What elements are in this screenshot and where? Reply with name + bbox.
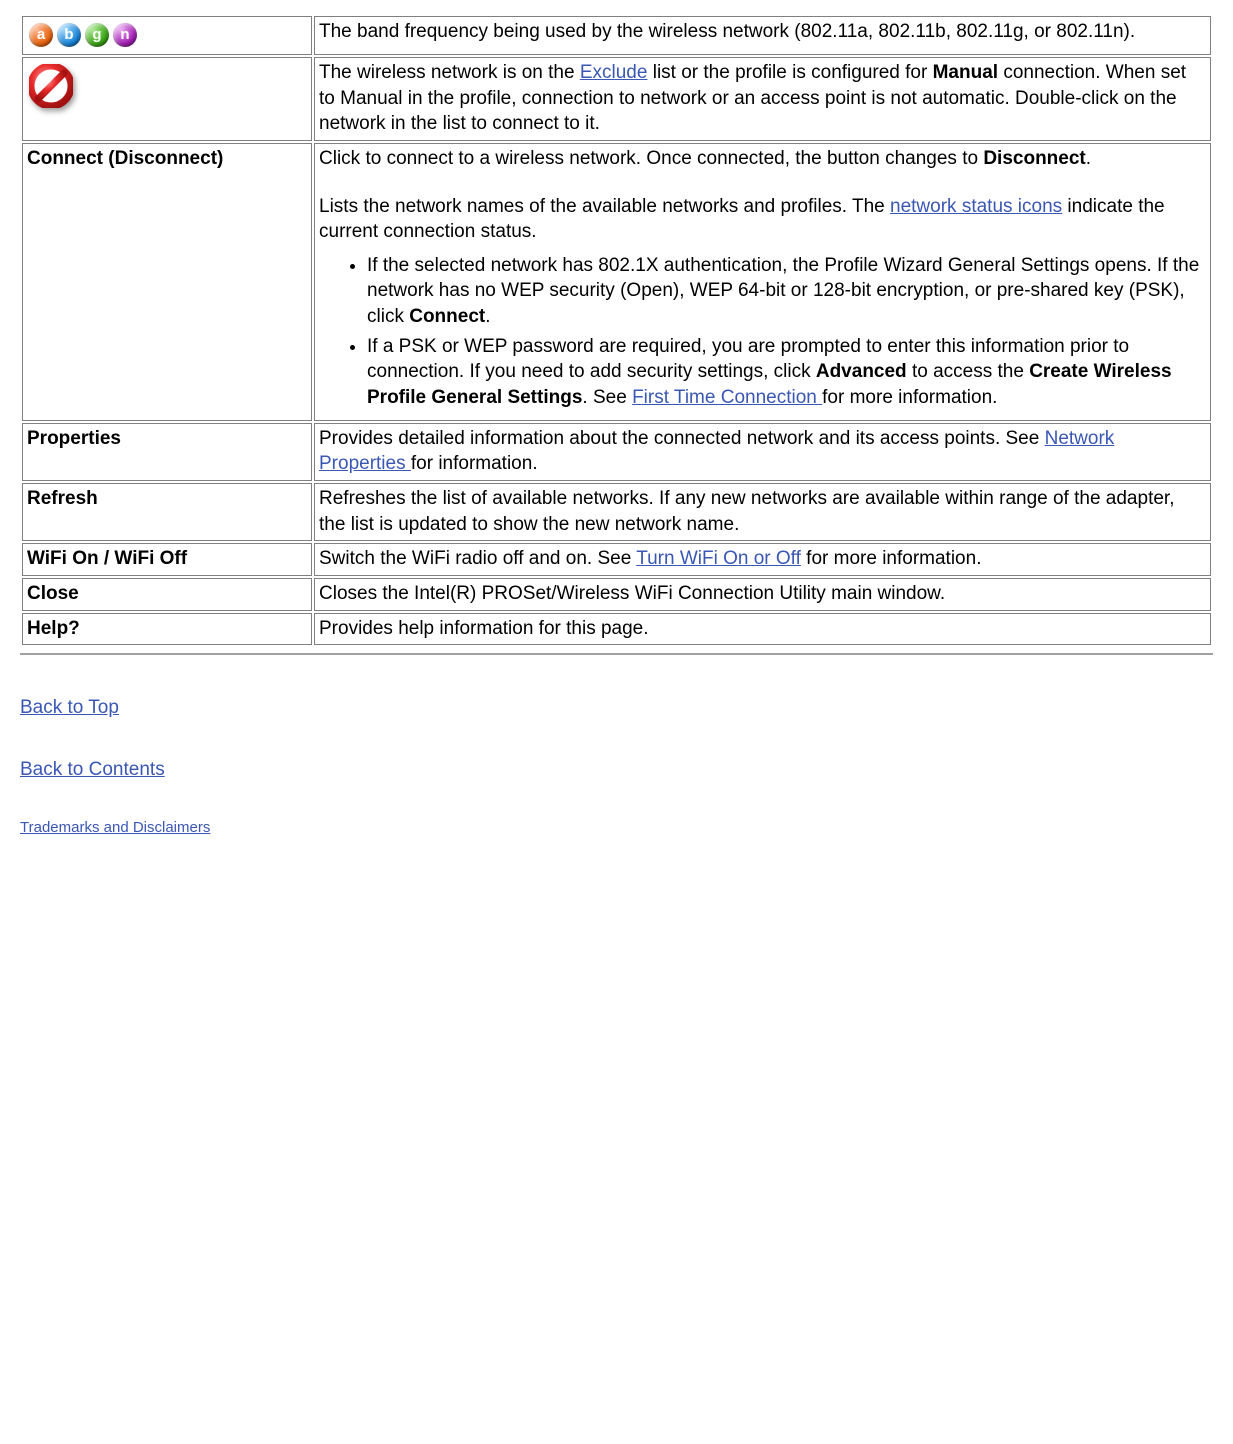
list-item: If the selected network has 802.1X authe… [367,253,1206,330]
connect-list: If the selected network has 802.1X authe… [319,253,1206,411]
wifi-desc: Switch the WiFi radio off and on. See Tu… [314,543,1211,576]
letter-b-icon: b [57,23,81,47]
exclude-desc: The wireless network is on the Exclude l… [314,57,1211,141]
list-item: If a PSK or WEP password are required, y… [367,334,1206,411]
properties-label: Properties [22,423,312,481]
letter-n-icon: n [113,23,137,47]
row-band: a b g n The band frequency being used by… [22,16,1211,55]
row-properties: Properties Provides detailed information… [22,423,1211,481]
help-desc: Provides help information for this page. [314,613,1211,646]
help-label: Help? [22,613,312,646]
connect-desc: Click to connect to a wireless network. … [314,143,1211,421]
band-desc: The band frequency being used by the wir… [314,16,1211,55]
row-close: Close Closes the Intel(R) PROSet/Wireles… [22,578,1211,611]
connect-label: Connect (Disconnect) [22,143,312,421]
back-to-contents-link[interactable]: Back to Contents [20,759,165,780]
network-status-icons-link[interactable]: network status icons [890,196,1062,217]
first-time-connection-link[interactable]: First Time Connection [632,387,822,408]
properties-desc: Provides detailed information about the … [314,423,1211,481]
letter-g-icon: g [85,23,109,47]
refresh-desc: Refreshes the list of available networks… [314,483,1211,541]
disconnect-bold: Disconnect [983,148,1085,169]
close-label: Close [22,578,312,611]
row-refresh: Refresh Refreshes the list of available … [22,483,1211,541]
row-connect: Connect (Disconnect) Click to connect to… [22,143,1211,421]
exclude-link[interactable]: Exclude [580,62,648,83]
abgn-icon: a b g n [27,19,307,51]
letter-a-icon: a [29,23,53,47]
trademarks-link[interactable]: Trademarks and Disclaimers [20,819,210,836]
refresh-label: Refresh [22,483,312,541]
row-help: Help? Provides help information for this… [22,613,1211,646]
turn-wifi-link[interactable]: Turn WiFi On or Off [636,548,801,569]
close-desc: Closes the Intel(R) PROSet/Wireless WiFi… [314,578,1211,611]
band-icon-cell: a b g n [22,16,312,55]
wifi-label: WiFi On / WiFi Off [22,543,312,576]
back-to-top-link[interactable]: Back to Top [20,697,119,718]
definitions-table: a b g n The band frequency being used by… [20,14,1213,647]
row-exclude: The wireless network is on the Exclude l… [22,57,1211,141]
prohibit-icon [29,64,73,108]
row-wifi: WiFi On / WiFi Off Switch the WiFi radio… [22,543,1211,576]
prohibit-icon-cell [22,57,312,141]
manual-bold: Manual [933,62,998,83]
divider [20,653,1213,655]
